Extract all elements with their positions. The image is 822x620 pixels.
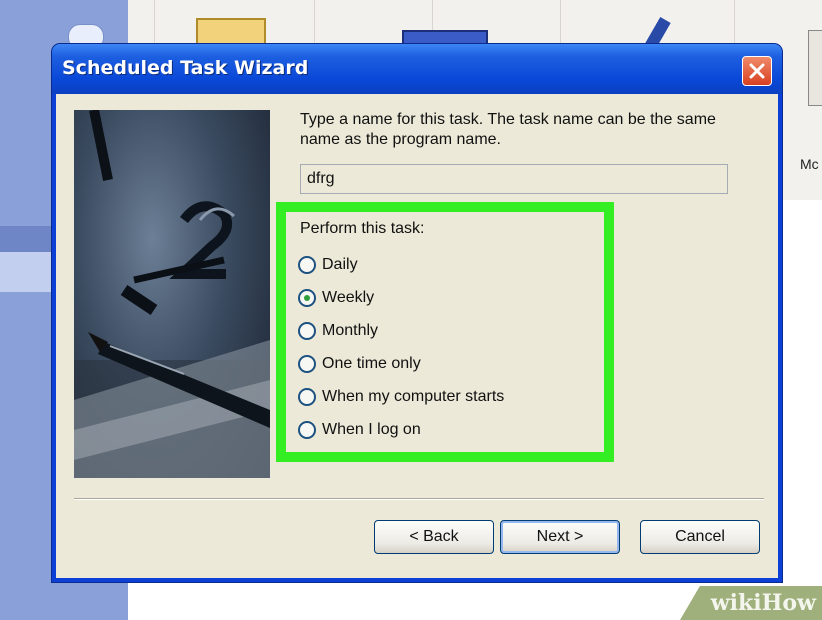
cancel-button[interactable]: Cancel [640,520,760,554]
option-when-computer-starts[interactable]: When my computer starts [298,380,504,413]
wikihow-watermark: wikiHow [680,586,822,620]
radio-button[interactable] [298,354,316,373]
option-label: When my computer starts [322,387,505,405]
option-label: When I log on [322,420,421,438]
radio-button[interactable] [298,255,316,274]
watermark-text: wikiHow [710,590,816,616]
next-button[interactable]: Next > [500,520,620,554]
background-window-edge [808,30,822,106]
task-name-prompt: Type a name for this task. The task name… [300,111,716,148]
schedule-options: Daily Weekly Monthly One time only When … [298,248,504,446]
option-label: Weekly [322,288,375,306]
option-label: Daily [322,255,358,273]
radio-button[interactable] [298,321,316,340]
title-bar[interactable]: Scheduled Task Wizard [52,44,782,94]
background-strip [0,582,128,620]
close-icon [749,63,765,79]
back-button[interactable]: < Back [374,520,494,554]
divider [74,498,764,500]
option-monthly[interactable]: Monthly [298,314,504,347]
option-daily[interactable]: Daily [298,248,504,281]
radio-button[interactable] [298,387,316,406]
dialog-body: Type a name for this task. The task name… [56,94,778,578]
option-label: Monthly [322,321,379,339]
wizard-clock-pen-image [74,110,270,478]
option-label: One time only [322,354,421,372]
background-partial-label: Mc [800,156,819,172]
close-button[interactable] [742,56,772,86]
option-weekly[interactable]: Weekly [298,281,504,314]
option-one-time-only[interactable]: One time only [298,347,504,380]
radio-button[interactable] [298,420,316,439]
dialog-title: Scheduled Task Wizard [62,57,309,79]
radio-button-selected[interactable] [298,288,316,307]
perform-task-label: Perform this task: [300,220,425,237]
scheduled-task-wizard-dialog: Scheduled Task Wizard Type a name for th… [52,44,782,582]
option-when-i-log-on[interactable]: When I log on [298,413,504,446]
task-name-field[interactable]: dfrg [300,164,728,194]
